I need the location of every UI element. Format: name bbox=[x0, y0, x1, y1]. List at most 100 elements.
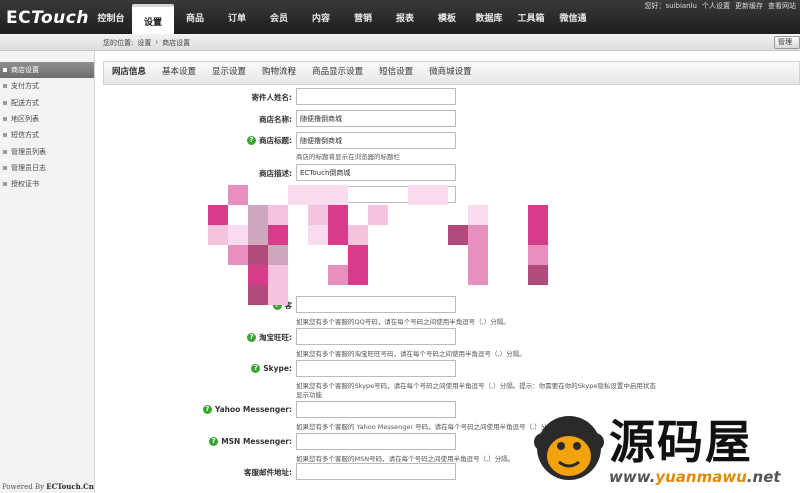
nav-item-10[interactable]: 工具箱 bbox=[510, 0, 552, 34]
sidebar-item-5[interactable]: 管理员列表 bbox=[0, 143, 94, 159]
settings-tabs: 网店信息 基本设置 显示设置 购物流程 商品显示设置 短信设置 微商城设置 bbox=[103, 61, 800, 85]
label-taobao-text: 淘宝旺旺: bbox=[259, 333, 292, 342]
mosaic-tile bbox=[248, 245, 268, 265]
nav-item-4[interactable]: 会员 bbox=[258, 0, 300, 34]
help-icon[interactable]: ? bbox=[209, 437, 219, 446]
nav-item-5[interactable]: 内容 bbox=[300, 0, 342, 34]
sidebar-item-3[interactable]: 地区列表 bbox=[0, 111, 94, 127]
label-shop-title-text: 商店标题: bbox=[259, 136, 292, 145]
mosaic-tile bbox=[368, 205, 388, 225]
taobao-input[interactable] bbox=[296, 328, 456, 345]
bullet-icon bbox=[3, 117, 7, 122]
service-email-input[interactable] bbox=[296, 463, 456, 480]
sidebar-item-4[interactable]: 短信方式 bbox=[0, 127, 94, 143]
nav-item-6[interactable]: 营销 bbox=[342, 0, 384, 34]
link-view-site[interactable]: 查看网站 bbox=[768, 1, 796, 11]
msn-input[interactable] bbox=[296, 433, 456, 450]
nav-item-3[interactable]: 订单 bbox=[216, 0, 258, 34]
breadcrumb-item-settings[interactable]: 设置 bbox=[137, 38, 151, 48]
mosaic-tile bbox=[328, 185, 348, 205]
monkey-logo-icon bbox=[534, 416, 604, 480]
powered-prefix: Powered By bbox=[2, 483, 47, 491]
nav-item-9[interactable]: 数据库 bbox=[468, 0, 510, 34]
mosaic-tile bbox=[268, 265, 288, 285]
help-icon[interactable]: ? bbox=[247, 136, 256, 145]
nav-item-7[interactable]: 报表 bbox=[384, 0, 426, 34]
mosaic-tile bbox=[248, 265, 268, 285]
ectouch-logo[interactable]: ECTouch bbox=[6, 8, 89, 28]
mosaic-tile bbox=[348, 225, 368, 245]
mosaic-tile bbox=[408, 185, 428, 205]
nav-item-1[interactable]: 设置 bbox=[132, 4, 174, 38]
help-icon[interactable]: ? bbox=[251, 364, 261, 373]
mosaic-tile bbox=[268, 225, 288, 245]
powered-brand: ECTouch.Cn bbox=[46, 482, 94, 491]
logo-suffix: Touch bbox=[31, 8, 89, 28]
yahoo-input[interactable] bbox=[296, 401, 456, 418]
mosaic-tile bbox=[248, 285, 268, 305]
manage-button[interactable]: 管理 bbox=[774, 36, 800, 49]
nav-item-11[interactable]: 微信通 bbox=[552, 0, 594, 34]
sidebar-item-label: 支付方式 bbox=[11, 82, 39, 91]
shop-desc-input[interactable] bbox=[296, 164, 456, 181]
label-shop-desc: 商店描述: bbox=[259, 169, 292, 178]
bullet-icon bbox=[3, 133, 7, 138]
yuanmawu-watermark: 源码屋 www.yuanmawu.net bbox=[523, 398, 800, 493]
tab-5[interactable]: 短信设置 bbox=[371, 61, 421, 85]
mosaic-tile bbox=[448, 225, 468, 245]
shop-name-input[interactable] bbox=[296, 110, 456, 127]
label-sender-name: 寄件人姓名: bbox=[251, 93, 293, 102]
nav-item-0[interactable]: 控制台 bbox=[90, 0, 132, 34]
bullet-icon bbox=[3, 84, 7, 89]
link-personal-settings[interactable]: 个人设置 bbox=[702, 1, 730, 11]
bullet-icon bbox=[3, 182, 7, 187]
logo-prefix: EC bbox=[6, 8, 32, 28]
mosaic-tile bbox=[528, 205, 548, 225]
sidebar-item-label: 地区列表 bbox=[11, 115, 39, 124]
sidebar-item-6[interactable]: 管理员日志 bbox=[0, 160, 94, 176]
breadcrumb-item-shop-settings: 商店设置 bbox=[162, 39, 191, 47]
nav-item-8[interactable]: 模板 bbox=[426, 0, 468, 34]
tab-6[interactable]: 微商城设置 bbox=[421, 61, 480, 85]
tab-1[interactable]: 基本设置 bbox=[154, 61, 204, 85]
help-icon[interactable]: ? bbox=[202, 405, 212, 414]
qq-hint: 如果您有多个客服的QQ号码，请在每个号码之间使用半角逗号（,）分隔。 bbox=[296, 318, 510, 326]
mosaic-tile bbox=[248, 225, 268, 245]
mosaic-tile bbox=[348, 245, 368, 265]
breadcrumb: 您的位置: 设置 › 商店设置 bbox=[103, 38, 190, 48]
tab-2[interactable]: 显示设置 bbox=[204, 61, 254, 85]
mosaic-tile bbox=[268, 285, 288, 305]
sidebar-item-label: 配送方式 bbox=[11, 98, 39, 107]
top-right-links: 您好：suibianlu 个人设置 更新缓存 查看网站 bbox=[644, 1, 796, 11]
tab-4[interactable]: 商品显示设置 bbox=[304, 61, 371, 85]
sidebar-item-2[interactable]: 配送方式 bbox=[0, 95, 94, 111]
skype-hint: 如果您有多个客服的Skype号码，请在每个号码之间使用半角逗号（,）分隔。提示：… bbox=[296, 382, 656, 390]
powered-by: Powered By ECTouch.Cn bbox=[2, 482, 94, 491]
mosaic-tile bbox=[308, 185, 328, 205]
mosaic-tile bbox=[328, 265, 348, 285]
mosaic-tile bbox=[528, 265, 548, 285]
shop-title-input[interactable] bbox=[296, 132, 456, 149]
help-icon[interactable]: ? bbox=[247, 333, 256, 342]
label-skype-text: Skype: bbox=[263, 364, 292, 373]
top-bar: ECTouch 控制台 设置 商品 订单 会员 内容 营销 报表 模板 数据库 工具箱 微信通 您好：… bbox=[0, 0, 800, 38]
mosaic-tile bbox=[228, 225, 248, 245]
nav-item-2[interactable]: 商品 bbox=[174, 0, 216, 34]
sidebar-item-7[interactable]: 授权证书 bbox=[0, 176, 94, 192]
tab-0[interactable]: 网店信息 bbox=[104, 61, 154, 85]
sender-name-input[interactable] bbox=[296, 88, 456, 105]
tab-3[interactable]: 购物流程 bbox=[254, 61, 304, 85]
sidebar-item-1[interactable]: 支付方式 bbox=[0, 78, 94, 94]
mosaic-tile bbox=[428, 185, 448, 205]
sidebar-item-label: 商店设置 bbox=[11, 66, 39, 75]
mosaic-tile bbox=[468, 205, 488, 225]
sidebar-item-0[interactable]: 商店设置 bbox=[0, 62, 94, 79]
mosaic-tile bbox=[468, 245, 488, 265]
skype-input[interactable] bbox=[296, 360, 456, 377]
breadcrumb-prefix: 您的位置: bbox=[103, 39, 134, 47]
bullet-icon bbox=[3, 68, 7, 73]
link-update-cache[interactable]: 更新缓存 bbox=[735, 1, 763, 11]
sidebar: 商店设置支付方式配送方式地区列表短信方式 管理员列表 管理员日志 授权证书 Power… bbox=[0, 51, 95, 493]
mosaic-tile bbox=[528, 225, 548, 245]
mosaic-tile bbox=[468, 225, 488, 245]
